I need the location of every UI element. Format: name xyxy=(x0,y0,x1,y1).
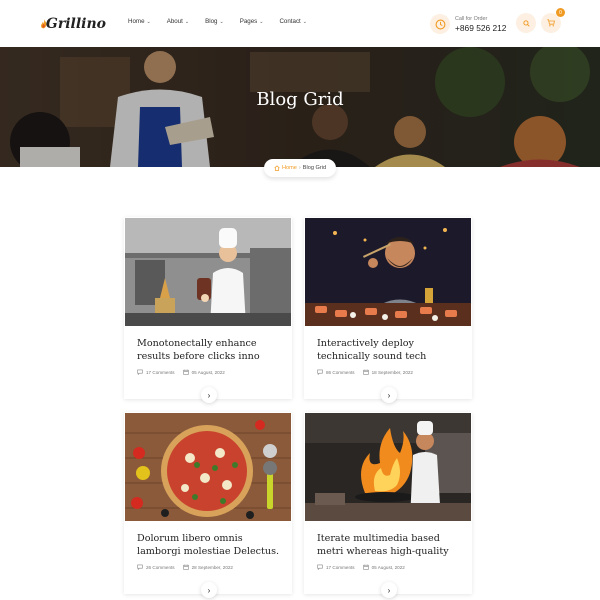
read-more-button[interactable]: › xyxy=(381,582,397,598)
search-icon xyxy=(522,19,530,27)
nav-item-pages[interactable]: Pages ⌄ xyxy=(240,18,264,25)
chevron-down-icon: ⌄ xyxy=(302,18,307,25)
chevron-right-icon: › xyxy=(207,390,211,400)
comments-count: 26 Comments xyxy=(137,564,175,570)
clock-icon xyxy=(430,14,450,34)
call-label: Call for Order xyxy=(455,15,488,22)
blog-card-title[interactable]: Iterate multimedia based metri whereas h… xyxy=(317,532,467,558)
post-date: 05 August, 2022 xyxy=(362,564,405,570)
breadcrumb-current: Blog Grid xyxy=(302,165,327,171)
comments-count: 17 Comments xyxy=(317,564,355,570)
blog-card-title[interactable]: Interactively deploy technically sound t… xyxy=(317,337,467,363)
page-banner: Blog Grid xyxy=(0,47,600,167)
nav-item-about[interactable]: About ⌄ xyxy=(167,18,189,25)
read-more-button[interactable]: › xyxy=(381,387,397,403)
chevron-right-icon: › xyxy=(387,585,391,595)
calendar-icon xyxy=(182,564,189,570)
breadcrumb-home[interactable]: Home xyxy=(274,165,297,171)
nav-item-blog[interactable]: Blog ⌄ xyxy=(205,18,224,25)
read-more-button[interactable]: › xyxy=(201,387,217,403)
man-eating-sushi-photo xyxy=(305,218,471,326)
chevron-down-icon: ⌄ xyxy=(219,18,224,25)
nav-item-home[interactable]: Home ⌄ xyxy=(128,18,151,25)
blog-card[interactable]: Interactively deploy technically sound t… xyxy=(304,217,472,403)
blog-card-meta: 26 Comments 28 September, 2022 xyxy=(137,564,241,570)
calendar-icon xyxy=(182,369,189,375)
breadcrumb-separator: › xyxy=(298,165,301,171)
cart-button[interactable]: 0 xyxy=(541,8,565,33)
chevron-right-icon: › xyxy=(207,585,211,595)
blog-card-meta: 17 Comments 05 August, 2022 xyxy=(137,369,233,375)
comments-count: 86 Comments xyxy=(317,369,355,375)
site-header: Grillino Home ⌄ About ⌄ Blog ⌄ Pages ⌄ Conta… xyxy=(0,0,600,47)
post-date: 28 September, 2022 xyxy=(182,564,233,570)
blog-card[interactable]: Iterate multimedia based metri whereas h… xyxy=(304,412,472,598)
main-nav: Home ⌄ About ⌄ Blog ⌄ Pages ⌄ Contact ⌄ xyxy=(128,18,323,25)
cart-count-badge: 0 xyxy=(556,8,565,17)
calendar-icon xyxy=(362,564,369,570)
blog-card[interactable]: Monotonectally enhance results before cl… xyxy=(124,217,292,403)
chef-kitchen-photo xyxy=(125,218,291,326)
call-phone[interactable]: +869 526 212 xyxy=(455,23,506,33)
call-for-order[interactable]: Call for Order +869 526 212 xyxy=(430,14,506,34)
blog-card-meta: 17 Comments 05 August, 2022 xyxy=(317,564,413,570)
nav-item-contact[interactable]: Contact ⌄ xyxy=(279,18,307,25)
post-date: 05 August, 2022 xyxy=(182,369,225,375)
brand-logo[interactable]: Grillino xyxy=(40,10,106,38)
comment-icon xyxy=(137,369,143,375)
comments-count: 17 Comments xyxy=(137,369,175,375)
comment-icon xyxy=(317,369,323,375)
breadcrumb: Home › Blog Grid xyxy=(264,159,336,177)
chevron-right-icon: › xyxy=(387,390,391,400)
cart-icon xyxy=(547,19,555,27)
page-title: Blog Grid xyxy=(256,89,344,110)
comment-icon xyxy=(137,564,143,570)
flambe-chef-photo xyxy=(305,413,471,521)
brand-name: Grillino xyxy=(45,16,106,32)
home-icon xyxy=(274,165,280,171)
blog-card[interactable]: Dolorum libero omnis lamborgi molestiae … xyxy=(124,412,292,598)
blog-card-title[interactable]: Monotonectally enhance results before cl… xyxy=(137,337,287,363)
chevron-down-icon: ⌄ xyxy=(146,18,151,25)
chevron-down-icon: ⌄ xyxy=(259,18,264,25)
search-button[interactable] xyxy=(516,13,536,33)
comment-icon xyxy=(317,564,323,570)
read-more-button[interactable]: › xyxy=(201,582,217,598)
blog-card-meta: 86 Comments 18 September, 2022 xyxy=(317,369,421,375)
chevron-down-icon: ⌄ xyxy=(184,18,190,25)
post-date: 18 September, 2022 xyxy=(362,369,413,375)
calendar-icon xyxy=(362,369,369,375)
blog-card-title[interactable]: Dolorum libero omnis lamborgi molestiae … xyxy=(137,532,287,558)
pizza-photo xyxy=(125,413,291,521)
